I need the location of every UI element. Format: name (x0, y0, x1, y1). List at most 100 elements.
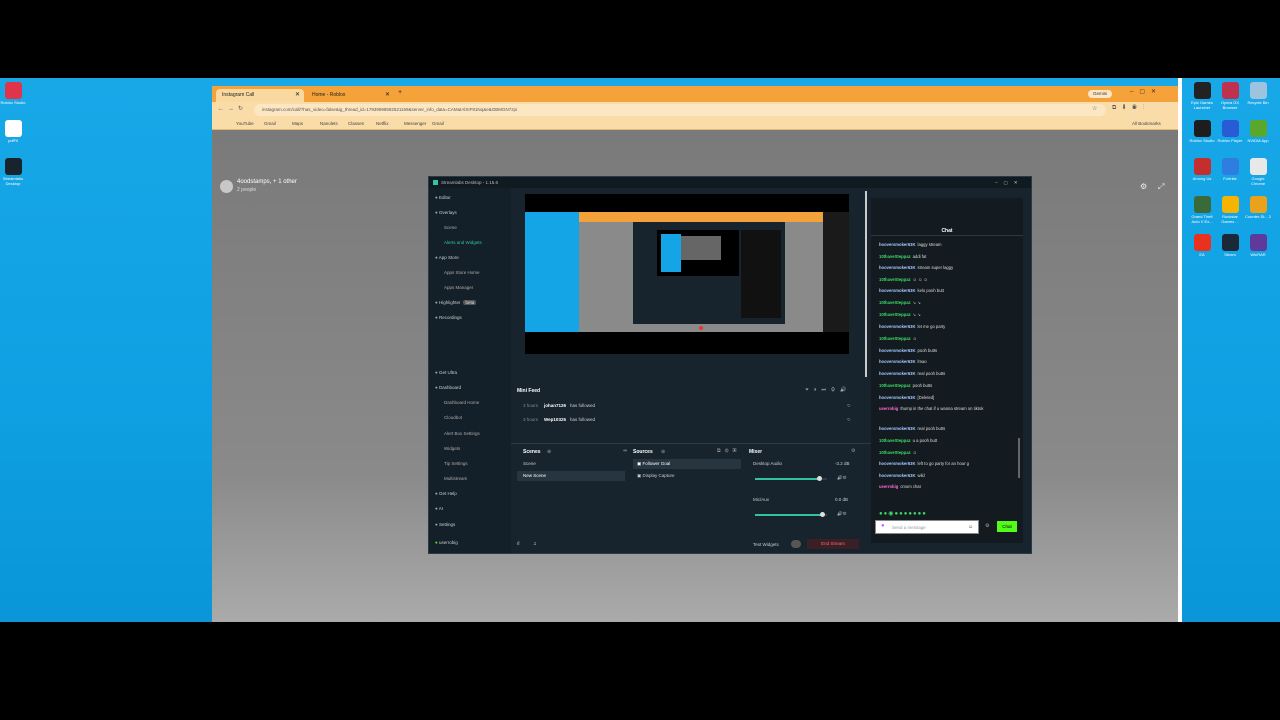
source-item[interactable]: ▣ Follower Goal (633, 459, 741, 469)
chat-username[interactable]: hooversmoker63K (879, 473, 916, 478)
desktop-shortcut[interactable]: Roblox Studio (0, 82, 26, 105)
bookmark-link[interactable]: Netflix (376, 118, 389, 130)
desktop-shortcut[interactable]: Epic Games Launcher (1189, 82, 1215, 110)
nav-item-alert-box-settings[interactable]: Alert Box Settings (444, 430, 480, 438)
chat-username[interactable]: hooversmoker63K (879, 288, 916, 293)
stats-icon[interactable]: ıl (517, 541, 520, 547)
nav-item-dashboard-home[interactable]: Dashboard Home (444, 399, 479, 407)
volume-knob[interactable] (820, 512, 826, 517)
nav-item-alerts-and-widgets[interactable]: Alerts and Widgets (444, 239, 482, 247)
emote-bar[interactable]: ●●◉●●●●●●● (879, 510, 927, 517)
desktop-shortcut[interactable]: Rockstar Games ... (1217, 196, 1243, 224)
bookmark-link[interactable]: Maps (292, 118, 303, 130)
nav-item-multistream[interactable]: Multistream (444, 475, 467, 483)
nav-item-settings[interactable]: ● Settings (435, 521, 455, 529)
desktop-shortcut[interactable]: Among Us (1189, 158, 1215, 181)
desktop-shortcut[interactable]: EA (1189, 234, 1215, 257)
bookmark-link[interactable]: Gmail (264, 118, 276, 130)
bookmark-link[interactable]: Nanolets (320, 118, 338, 130)
desktop-shortcut[interactable]: Opera GX Browser (1217, 82, 1243, 110)
add-scene-icon[interactable]: ⊕ (547, 449, 551, 455)
scene-item[interactable]: New Scene (517, 471, 625, 481)
nav-item-widgets[interactable]: Widgets (444, 445, 460, 453)
chat-send-button[interactable]: Chat (997, 521, 1017, 532)
add-source-icon[interactable]: ⊕ (661, 449, 665, 455)
chat-username[interactable]: hooversmoker63K (879, 242, 916, 247)
end-stream-button[interactable]: End Stream (807, 539, 859, 549)
toolbar-icons[interactable]: ⧉⬇◉⋮ (1112, 105, 1150, 112)
bookmark-link[interactable]: YouTube (236, 118, 254, 130)
tab-roblox-home[interactable]: Home - Roblox ✕ (306, 89, 394, 102)
close-tab-icon[interactable]: ✕ (295, 89, 300, 102)
chat-input[interactable]: ● Send a message ☺ (875, 520, 979, 534)
chat-username[interactable]: 10thaveSteppaz (879, 383, 911, 388)
chat-username[interactable]: hooversmoker63K (879, 461, 916, 466)
nav-item-apps-store-home[interactable]: Apps Store Home (444, 269, 480, 277)
nav-item-recordings[interactable]: ● Recordings (435, 314, 462, 322)
source-item[interactable]: ▣ Display Capture (633, 471, 741, 481)
chat-username[interactable]: 10thaveSteppaz (879, 336, 911, 341)
nav-item-dashboard[interactable]: ● Dashboard (435, 384, 461, 392)
preview-scrollbar[interactable] (865, 191, 867, 377)
scene-item[interactable]: Scene (517, 459, 625, 469)
nav-item-overlays[interactable]: ● Overlays (435, 209, 457, 217)
chat-username[interactable]: 10thaveSteppaz (879, 450, 911, 455)
new-tab-icon[interactable]: + (398, 89, 402, 96)
chat-username[interactable]: hooversmoker63K (879, 359, 916, 364)
nav-item-scene[interactable]: Scene (444, 224, 457, 232)
desktop-shortcut[interactable]: pdfFil (0, 120, 26, 143)
chat-username[interactable]: hooversmoker63K (879, 395, 916, 400)
chat-username[interactable]: 10thaveSteppaz (879, 312, 911, 317)
chat-username[interactable]: 10thaveSteppaz (879, 438, 911, 443)
stream-preview[interactable] (525, 194, 849, 354)
expand-icon[interactable]: ⤢ (1158, 182, 1164, 192)
mixer-settings-icon[interactable]: ⚙ (851, 448, 855, 454)
desktop-shortcut[interactable]: Streamlabs Desktop (0, 158, 26, 186)
bookmark-link[interactable]: Messenger (404, 118, 426, 130)
volume-slider[interactable] (755, 512, 827, 517)
speaker-icon[interactable]: 🔊⚙ (837, 511, 847, 517)
nav-buttons[interactable]: ←→↻ (218, 105, 247, 112)
all-bookmarks-link[interactable]: All Bookmarks (1132, 118, 1161, 130)
gemini-button[interactable]: Gemini (1088, 90, 1113, 98)
desktop-shortcut[interactable]: NVIDIA App (1245, 120, 1271, 143)
desktop-shortcut[interactable]: Steam (1217, 234, 1243, 257)
speaker-icon[interactable]: 🔊⚙ (837, 475, 847, 481)
window-controls[interactable]: –▢✕ (1130, 88, 1162, 95)
bookmark-link[interactable]: Classes (348, 118, 364, 130)
bookmark-link[interactable]: Gmail (432, 118, 444, 130)
nav-item-get-help[interactable]: ● Get Help (435, 490, 457, 498)
chat-username[interactable]: hooversmoker63K (879, 265, 916, 270)
nav-item-app-store[interactable]: ● App Store (435, 254, 459, 262)
desktop-shortcut[interactable]: Roblox Player (1217, 120, 1243, 143)
nav-item-cloudbot[interactable]: Cloudbot (444, 414, 462, 422)
scene-menu-icon[interactable]: ⇹ (623, 448, 627, 454)
desktop-shortcut[interactable]: Counter-St... 2 (1245, 196, 1271, 219)
chat-username[interactable]: 10thaveSteppaz (879, 300, 911, 305)
volume-knob[interactable] (816, 476, 822, 481)
desktop-shortcut[interactable]: WinRAR (1245, 234, 1271, 257)
nav-item-editor[interactable]: ● Editor (435, 194, 451, 202)
replay-icon[interactable]: ↻ (847, 403, 851, 409)
gear-icon[interactable]: ⚙ (1140, 182, 1147, 191)
volume-slider[interactable] (755, 476, 827, 481)
chat-username[interactable]: hooversmoker63K (879, 324, 916, 329)
nav-item-tip-settings[interactable]: Tip Settings (444, 460, 468, 468)
address-bar[interactable]: instagram.com/call/?has_video=false&ig_t… (254, 104, 1106, 116)
desktop-shortcut[interactable]: Grand Theft Auto V Ex... (1189, 196, 1215, 224)
close-tab-icon[interactable]: ✕ (385, 89, 390, 102)
chat-settings-icon[interactable]: ⚙ (985, 523, 989, 529)
bookmark-star-icon[interactable]: ☆ (1092, 105, 1097, 112)
chat-username[interactable]: hooversmoker63K (879, 426, 916, 431)
nav-item-userrobig[interactable]: ● userrobig (435, 539, 458, 547)
replay-icon[interactable]: ↻ (847, 417, 851, 423)
window-controls[interactable]: –▢✕ (995, 177, 1024, 188)
tab-instagram-call[interactable]: Instagram Call ✕ (216, 89, 304, 102)
chat-username[interactable]: 10thaveSteppaz (879, 277, 911, 282)
test-widgets-toggle[interactable] (791, 540, 801, 548)
desktop-shortcut[interactable]: Google Chrome (1245, 158, 1271, 186)
notification-icon[interactable]: ♫ (533, 541, 537, 547)
chat-username[interactable]: userrobig (879, 406, 898, 411)
chat-username[interactable]: 10thaveSteppaz (879, 254, 911, 259)
source-tools-icons[interactable]: ⧉⚙▣ (717, 448, 740, 454)
